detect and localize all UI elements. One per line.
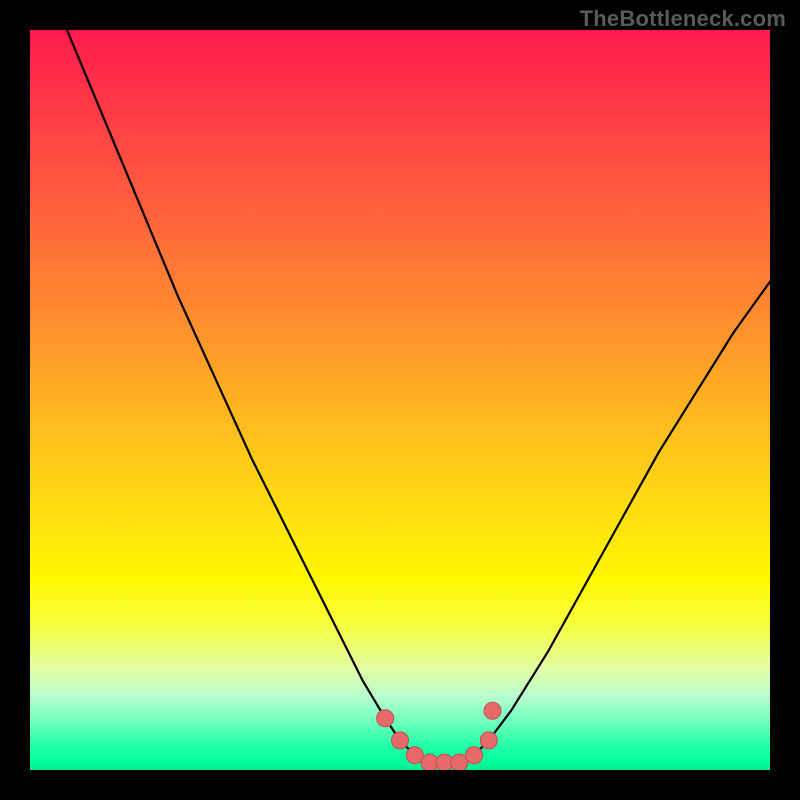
bottleneck-curve	[30, 30, 770, 770]
valley-markers	[377, 702, 501, 770]
chart-frame: TheBottleneck.com	[0, 0, 800, 800]
watermark-text: TheBottleneck.com	[580, 6, 786, 32]
plot-area	[30, 30, 770, 770]
